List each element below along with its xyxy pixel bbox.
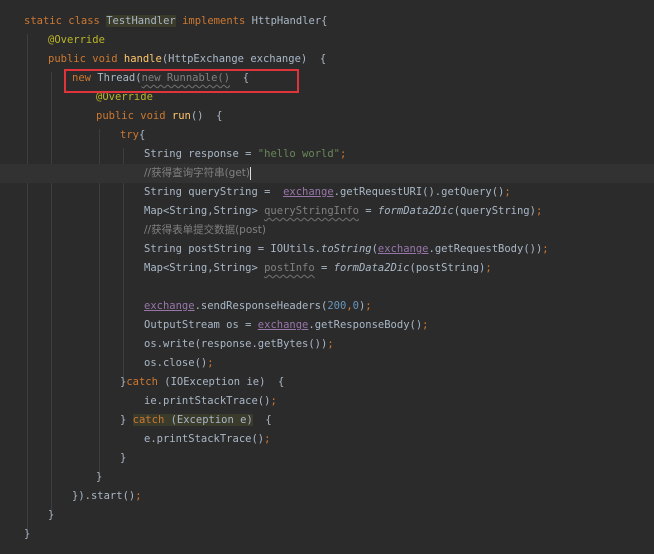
code-line[interactable]: exchange.sendResponseHeaders(200,0); <box>0 297 654 316</box>
code-text: String queryString = <box>144 186 284 198</box>
semicolon: ; <box>264 433 271 445</box>
code-text: } <box>24 528 31 540</box>
code-editor[interactable]: static class TestHandler implements Http… <box>0 0 654 554</box>
code-line[interactable]: try{ <box>0 126 654 145</box>
keyword: catch <box>126 376 158 388</box>
field-reference: exchange <box>257 319 309 331</box>
static-method-call: formData2Dic <box>333 262 410 274</box>
code-text: (postString) <box>409 262 486 274</box>
semicolon: ; <box>327 338 334 350</box>
static-method-call: formData2Dic <box>377 205 454 217</box>
code-line[interactable]: String postString = IOUtils.toString(exc… <box>0 240 654 259</box>
code-text: .sendResponseHeaders( <box>194 300 328 312</box>
text-caret <box>250 166 252 180</box>
semicolon: ; <box>535 205 543 217</box>
semicolon: ; <box>270 395 277 407</box>
field-reference: exchange <box>377 243 429 255</box>
code-line[interactable]: @Override <box>0 31 654 50</box>
comment: //获得查询字符串(get) <box>144 167 251 179</box>
code-line[interactable]: } catch (Exception e) { <box>0 411 654 430</box>
code-line[interactable]: //获得表单提交数据(post) <box>0 221 654 240</box>
code-line[interactable]: } <box>0 449 654 468</box>
code-text: String postString = IOUtils. <box>144 243 322 255</box>
keyword: try <box>120 129 139 141</box>
interface-name: HttpHandler{ <box>251 15 328 27</box>
code-text: OutputStream os = <box>144 319 258 331</box>
semicolon: ; <box>365 300 372 312</box>
code-text: } <box>120 452 127 464</box>
method-name: handle <box>123 53 162 65</box>
code-text: (Exception e) <box>164 414 253 426</box>
code-line[interactable]: }catch (IOException ie) { <box>0 373 654 392</box>
semicolon: ; <box>542 243 549 255</box>
code-line[interactable]: } <box>0 506 654 525</box>
code-text: Map<String,String> <box>144 205 265 217</box>
code-text: (IOException ie) { <box>157 376 285 388</box>
code-text: } <box>120 414 127 426</box>
keyword: void <box>140 110 166 122</box>
code-line[interactable]: Map<String,String> queryStringInfo = for… <box>0 202 654 221</box>
semicolon: ; <box>422 319 429 331</box>
code-text: .getRequestURI().getQuery() <box>333 186 505 198</box>
code-text: (HttpExchange exchange) { <box>161 53 327 65</box>
keyword: void <box>92 53 118 65</box>
code-text: Map<String,String> <box>144 262 265 274</box>
code-text: String response = <box>144 148 258 160</box>
unused-variable: postInfo <box>264 262 315 274</box>
code-line-empty[interactable] <box>0 278 654 297</box>
code-text: os.write(response.getBytes()) <box>144 338 328 350</box>
highlight-box <box>64 69 299 93</box>
keyword: public <box>48 53 86 65</box>
code-text: .getRequestBody()) <box>428 243 543 255</box>
code-line[interactable]: String queryString = exchange.getRequest… <box>0 183 654 202</box>
code-line[interactable]: String response = "hello world"; <box>0 145 654 164</box>
code-text: .getResponseBody() <box>308 319 423 331</box>
code-text: = <box>314 262 334 274</box>
string-literal: "hello world" <box>257 148 340 160</box>
code-text: ie.printStackTrace() <box>144 395 271 407</box>
code-text: }).start() <box>72 490 136 502</box>
code-line[interactable]: ie.printStackTrace(); <box>0 392 654 411</box>
code-text: { <box>138 129 146 141</box>
code-text: os.close() <box>144 357 208 369</box>
field-reference: exchange <box>144 300 195 312</box>
unused-variable: queryStringInfo <box>264 205 359 217</box>
semicolon: ; <box>135 490 142 502</box>
code-line[interactable]: e.printStackTrace(); <box>0 430 654 449</box>
code-text: () { <box>190 110 223 122</box>
code-text: } <box>48 509 55 521</box>
keyword: implements <box>182 15 246 27</box>
keyword: class <box>68 15 100 27</box>
code-line[interactable]: public void run() { <box>0 107 654 126</box>
code-line[interactable]: } <box>0 468 654 487</box>
number-literal: 200 <box>327 300 347 312</box>
semicolon: ; <box>485 262 492 274</box>
annotation: @Override <box>48 34 105 46</box>
code-line[interactable]: }).start(); <box>0 487 654 506</box>
field-reference: exchange <box>283 186 334 198</box>
class-name: TestHandler <box>106 15 176 27</box>
keyword: public <box>96 110 134 122</box>
semicolon: ; <box>504 186 511 198</box>
semicolon: ; <box>207 357 214 369</box>
comment: //获得表单提交数据(post) <box>144 224 266 236</box>
static-method-call: toString <box>321 243 372 255</box>
keyword: catch <box>132 414 165 426</box>
code-line-current[interactable]: //获得查询字符串(get) <box>0 164 654 183</box>
code-line[interactable]: static class TestHandler implements Http… <box>0 12 654 31</box>
code-text: { <box>252 414 272 426</box>
semicolon: ; <box>339 148 347 160</box>
code-line[interactable]: public void handle(HttpExchange exchange… <box>0 50 654 69</box>
code-line[interactable]: } <box>0 525 654 544</box>
code-text: e.printStackTrace() <box>144 433 265 445</box>
code-line[interactable]: OutputStream os = exchange.getResponseBo… <box>0 316 654 335</box>
keyword: static <box>24 15 62 27</box>
code-text: } <box>96 471 103 483</box>
code-line[interactable]: Map<String,String> postInfo = formData2D… <box>0 259 654 278</box>
code-text: = <box>358 205 378 217</box>
code-text: (queryString) <box>453 205 536 217</box>
method-name: run <box>171 110 191 122</box>
code-line[interactable]: os.close(); <box>0 354 654 373</box>
code-line[interactable]: os.write(response.getBytes()); <box>0 335 654 354</box>
